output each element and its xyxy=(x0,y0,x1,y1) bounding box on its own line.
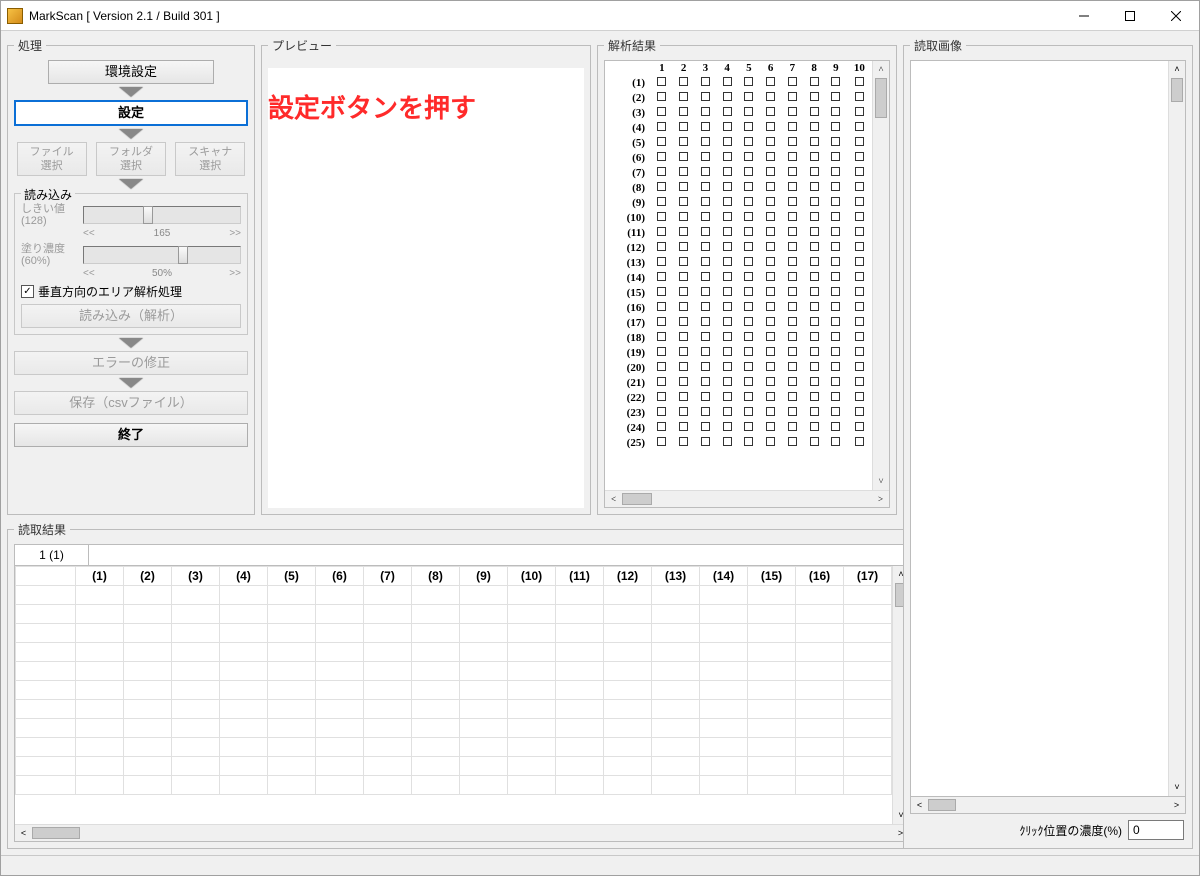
client-area: 処理 環境設定 設定 ファイル 選択 フォルダ 選択 スキャナ 選択 読み込み xyxy=(1,31,1199,855)
density-slider-thumb[interactable] xyxy=(178,246,188,264)
read-hscroll[interactable]: < > xyxy=(15,824,909,841)
process-panel: 処理 環境設定 設定 ファイル 選択 フォルダ 選択 スキャナ 選択 読み込み xyxy=(7,37,255,515)
density-row: 塗り濃度 (60%) xyxy=(21,243,241,267)
scroll-thumb[interactable] xyxy=(622,493,652,505)
scroll-thumb[interactable] xyxy=(1171,78,1183,102)
left-column: 処理 環境設定 設定 ファイル 選択 フォルダ 選択 スキャナ 選択 読み込み xyxy=(7,37,897,849)
slider-right-icon[interactable]: >> xyxy=(229,228,241,239)
minimize-button[interactable] xyxy=(1061,1,1107,30)
maximize-icon xyxy=(1125,11,1135,21)
analysis-vscroll[interactable]: ˄ ˅ xyxy=(872,61,889,490)
close-icon xyxy=(1171,11,1181,21)
slider-right-icon[interactable]: >> xyxy=(229,268,241,279)
read-results-tab[interactable]: 1 (1) xyxy=(15,545,89,565)
threshold-label: しきい値 (128) xyxy=(21,203,79,227)
scroll-up-icon[interactable]: ˄ xyxy=(873,61,889,78)
app-window: MarkScan [ Version 2.1 / Build 301 ] 処理 … xyxy=(0,0,1200,876)
window-title: MarkScan [ Version 2.1 / Build 301 ] xyxy=(29,9,1061,23)
threshold-slider-thumb[interactable] xyxy=(143,206,153,224)
scroll-up-icon[interactable]: ˄ xyxy=(1169,61,1185,78)
exit-button[interactable]: 終了 xyxy=(14,423,248,447)
analysis-grid-wrap: 12345678910(1)(2)(3)(4)(5)(6)(7)(8)(9)(1… xyxy=(604,60,890,508)
window-buttons xyxy=(1061,1,1199,30)
titlebar: MarkScan [ Version 2.1 / Build 301 ] xyxy=(1,1,1199,31)
read-image-canvas[interactable] xyxy=(911,61,1168,796)
scroll-thumb[interactable] xyxy=(32,827,80,839)
file-select-button[interactable]: ファイル 選択 xyxy=(17,142,87,176)
env-settings-button[interactable]: 環境設定 xyxy=(48,60,214,84)
maximize-button[interactable] xyxy=(1107,1,1153,30)
annotation-text: 設定ボタンを押す xyxy=(268,88,476,125)
slider-left-icon[interactable]: << xyxy=(83,268,95,279)
slider-left-icon[interactable]: << xyxy=(83,228,95,239)
checkbox-icon[interactable]: ✓ xyxy=(21,285,34,298)
arrow-down-icon xyxy=(119,87,143,97)
analysis-grid[interactable]: 12345678910(1)(2)(3)(4)(5)(6)(7)(8)(9)(1… xyxy=(605,61,872,490)
click-density-row: ｸﾘｯｸ位置の濃度(%) xyxy=(910,814,1186,842)
read-analyze-button[interactable]: 読み込み（解析） xyxy=(21,304,241,328)
click-density-label: ｸﾘｯｸ位置の濃度(%) xyxy=(1019,822,1122,839)
process-legend: 処理 xyxy=(14,37,46,54)
vertical-area-checkbox-row[interactable]: ✓ 垂直方向のエリア解析処理 xyxy=(21,283,241,300)
threshold-value: 165 xyxy=(154,228,171,239)
click-density-input[interactable] xyxy=(1128,820,1184,840)
arrow-down-icon xyxy=(119,179,143,189)
preview-legend: プレビュー xyxy=(268,37,336,54)
threshold-row: しきい値 (128) xyxy=(21,203,241,227)
scroll-right-icon[interactable]: > xyxy=(1168,800,1185,810)
read-image-canvas-wrap: ˄ ˅ xyxy=(910,60,1186,797)
density-slider[interactable] xyxy=(83,246,241,264)
read-results-tab-blank xyxy=(89,545,909,565)
read-image-legend: 読取画像 xyxy=(910,37,966,54)
scroll-left-icon[interactable]: < xyxy=(911,800,928,810)
analysis-panel: 解析結果 12345678910(1)(2)(3)(4)(5)(6)(7)(8)… xyxy=(597,37,897,515)
arrow-down-icon xyxy=(119,129,143,139)
scroll-left-icon[interactable]: < xyxy=(15,828,32,838)
scroll-thumb[interactable] xyxy=(875,78,887,118)
scroll-right-icon[interactable]: > xyxy=(872,494,889,504)
scanner-select-button[interactable]: スキャナ 選択 xyxy=(175,142,245,176)
scroll-down-icon[interactable]: ˅ xyxy=(873,473,889,490)
checkbox-label: 垂直方向のエリア解析処理 xyxy=(38,283,182,300)
scroll-down-icon[interactable]: ˅ xyxy=(1169,779,1185,796)
right-column: 読取画像 ˄ ˅ < > ｸﾘｯｸ位置の濃度(%) xyxy=(903,37,1193,849)
image-vscroll[interactable]: ˄ ˅ xyxy=(1168,61,1185,796)
statusbar xyxy=(1,855,1199,875)
scroll-left-icon[interactable]: < xyxy=(605,494,622,504)
threshold-scale: << 165 >> xyxy=(83,228,241,239)
preview-panel: プレビュー 設定ボタンを押す xyxy=(261,37,591,515)
save-csv-button[interactable]: 保存（csvファイル） xyxy=(14,391,248,415)
density-scale: << 50% >> xyxy=(83,268,241,279)
top-row: 処理 環境設定 設定 ファイル 選択 フォルダ 選択 スキャナ 選択 読み込み xyxy=(7,37,897,515)
analysis-hscroll[interactable]: < > xyxy=(605,490,889,507)
density-label: 塗り濃度 (60%) xyxy=(21,243,79,267)
read-settings-group: 読み込み しきい値 (128) << 165 >> xyxy=(14,193,248,335)
source-buttons: ファイル 選択 フォルダ 選択 スキャナ 選択 xyxy=(14,142,248,176)
app-icon xyxy=(7,8,23,24)
read-results-legend: 読取結果 xyxy=(14,521,70,538)
scroll-thumb[interactable] xyxy=(928,799,956,811)
read-settings-label: 読み込み xyxy=(21,186,75,203)
arrow-down-icon xyxy=(119,378,143,388)
settings-button[interactable]: 設定 xyxy=(14,100,248,126)
minimize-icon xyxy=(1079,11,1089,21)
image-hscroll[interactable]: < > xyxy=(910,797,1186,814)
close-button[interactable] xyxy=(1153,1,1199,30)
analysis-legend: 解析結果 xyxy=(604,37,660,54)
preview-canvas[interactable]: 設定ボタンを押す xyxy=(268,68,584,508)
read-results-panel: 読取結果 1 (1) (1)(2)(3)(4)(5)(6)(7)(8)(9)(1… xyxy=(7,521,917,849)
arrow-down-icon xyxy=(119,338,143,348)
read-image-panel: 読取画像 ˄ ˅ < > ｸﾘｯｸ位置の濃度(%) xyxy=(903,37,1193,849)
threshold-slider[interactable] xyxy=(83,206,241,224)
density-value: 50% xyxy=(152,268,172,279)
read-results-grid-wrap: (1)(2)(3)(4)(5)(6)(7)(8)(9)(10)(11)(12)(… xyxy=(14,565,910,842)
read-results-grid[interactable]: (1)(2)(3)(4)(5)(6)(7)(8)(9)(10)(11)(12)(… xyxy=(15,566,892,824)
error-fix-button[interactable]: エラーの修正 xyxy=(14,351,248,375)
folder-select-button[interactable]: フォルダ 選択 xyxy=(96,142,166,176)
read-results-tabbar: 1 (1) xyxy=(14,544,910,566)
